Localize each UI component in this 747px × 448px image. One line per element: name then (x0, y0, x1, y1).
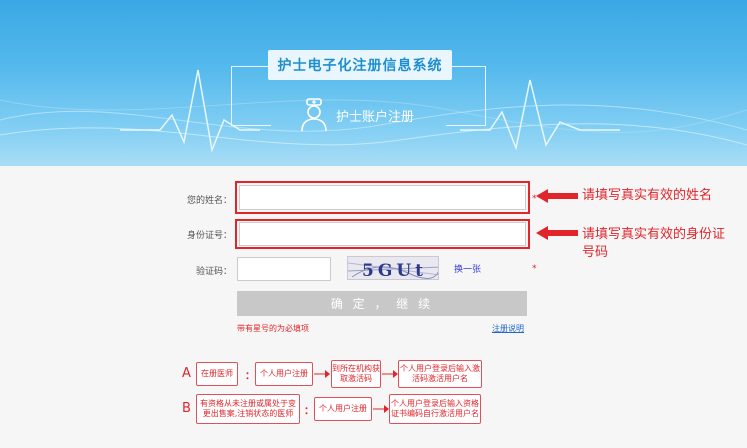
captcha-text: 5GUt (362, 261, 427, 280)
captcha-image[interactable]: 5GUt (347, 256, 439, 280)
captcha-label: 验证码： (195, 267, 232, 277)
id-hint-line2: 号码 (582, 245, 609, 260)
heartbeat-decoration (0, 69, 747, 153)
flow-a-letter: A (182, 366, 191, 381)
required-note: 带有星号的为必填项 (237, 324, 309, 333)
system-title: 护士电子化注册信息系统 (268, 50, 452, 80)
flow-b-step-1: 个人用户注册 (314, 397, 372, 421)
captcha-noise: 5GUt (348, 261, 438, 280)
flow-b-arrow-1-icon (373, 405, 389, 413)
flow-a-arrow-2-icon (382, 370, 398, 378)
name-highlight-box (235, 181, 530, 214)
submit-button[interactable]: 确 定 ， 继 续 (237, 291, 527, 316)
flow-a-step-2: 到所在机构获取激活码 (331, 360, 381, 388)
title-frame-left (231, 66, 271, 126)
flow-a-step-1: 个人用户注册 (255, 362, 313, 386)
id-label: 身份证号： (186, 231, 232, 241)
captcha-required-mark: * (532, 264, 537, 274)
page-subtitle: 护士账户注册 (298, 97, 414, 133)
id-hint-arrow-icon (536, 226, 578, 240)
flow-b-who: 有资格从未注册或属处于变更出售案,注销状态的医师 (196, 394, 300, 424)
title-frame-right (446, 66, 486, 126)
refresh-captcha-link[interactable]: 换一张 (454, 262, 481, 275)
name-hint: 请填写真实有效的姓名 (582, 188, 713, 203)
flow-b-step-2: 个人用户登录后输入资格证书编码自行激活用户名 (389, 394, 481, 424)
flow-b-colon: ： (304, 406, 314, 417)
flow-a-colon: ： (245, 371, 255, 382)
flow-a-who: 在册医师 (196, 362, 238, 386)
nurse-icon (301, 98, 327, 132)
id-hint: 请填写真实有效的身份证 号码 (582, 226, 725, 262)
flow-b-letter: B (182, 401, 191, 416)
flow-a-arrow-1-icon (314, 370, 330, 378)
name-label: 您的姓名： (186, 196, 232, 206)
captcha-input[interactable] (237, 257, 331, 281)
name-hint-arrow-icon (536, 189, 578, 203)
sub-title-text: 护士账户注册 (336, 109, 415, 125)
id-highlight-box (235, 219, 530, 249)
flow-a-step-3: 个人用户登录后输入激活码激活用户名 (398, 360, 482, 388)
id-hint-line1: 请填写真实有效的身份证 (582, 227, 726, 242)
help-link[interactable]: 注册说明 (492, 323, 524, 334)
header-banner: 护士电子化注册信息系统 护士账户注册 (0, 0, 747, 166)
